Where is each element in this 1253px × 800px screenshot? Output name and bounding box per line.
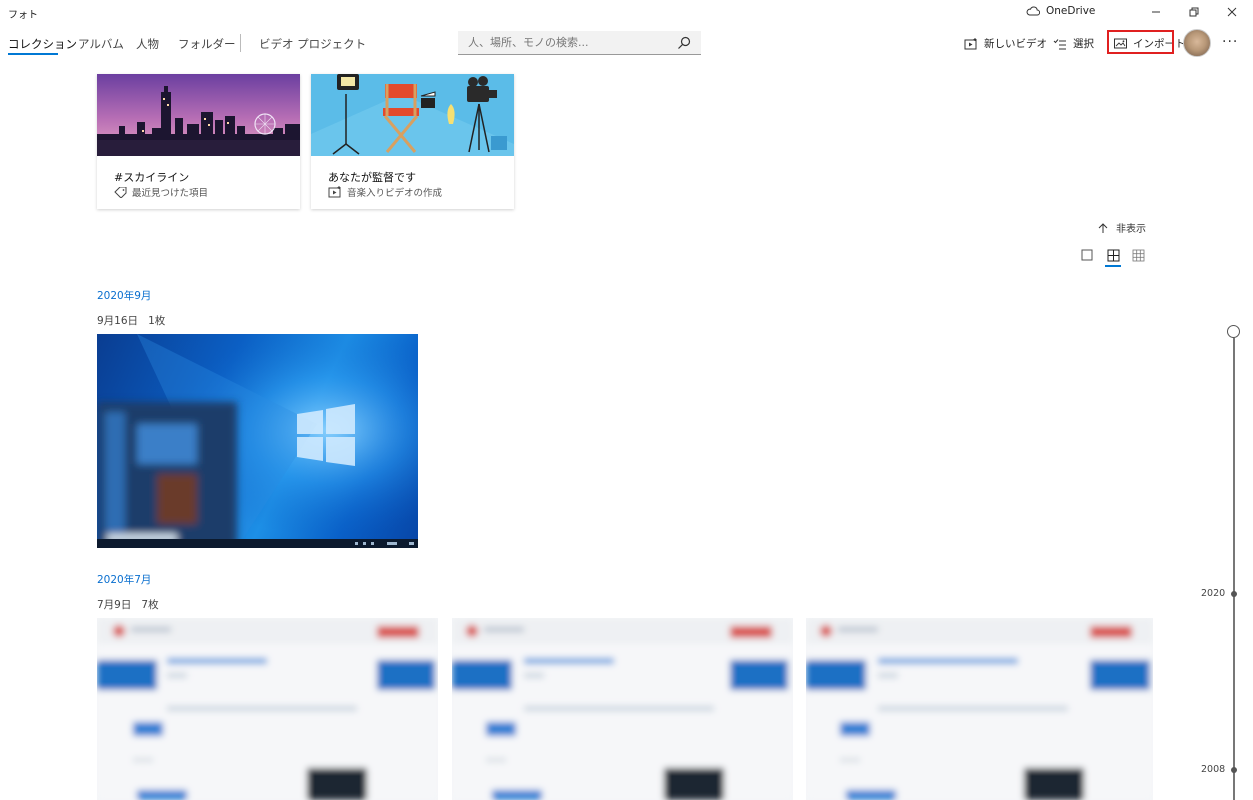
restore-button[interactable] [1185, 4, 1203, 20]
minimize-icon [1152, 11, 1160, 13]
new-video-label: 新しいビデオ [984, 38, 1047, 50]
timeline-year-marker [1231, 591, 1237, 597]
new-video-icon [964, 37, 977, 49]
hide-button[interactable]: 非表示 [1098, 220, 1146, 235]
select-button[interactable]: 選択 [1053, 36, 1094, 51]
hide-label: 非表示 [1116, 224, 1146, 235]
photo-thumbnail[interactable] [806, 618, 1153, 800]
import-highlight-box [1107, 30, 1174, 54]
arrow-up-icon [1098, 222, 1108, 233]
photos-app-window: フォト OneDrive コレクション アルバム 人物 フォルダー ビデオ プロ [0, 0, 1253, 800]
video-icon [328, 186, 341, 198]
timeline-track[interactable] [1233, 338, 1235, 800]
tab-people[interactable]: 人物 [136, 36, 159, 52]
day-heading: 9月16日 1枚 [97, 313, 165, 328]
photo-thumbnail[interactable] [97, 618, 438, 800]
search-input[interactable] [468, 31, 668, 54]
search-icon[interactable] [677, 36, 691, 50]
more-options-button[interactable]: ··· [1222, 34, 1238, 50]
timeline-year-label[interactable]: 2020 [1201, 588, 1225, 599]
card-director[interactable]: あなたが監督です 音楽入りビデオの作成 [311, 74, 514, 209]
card-subtitle: 最近見つけた項目 [114, 185, 208, 199]
grid-4-icon [1107, 249, 1119, 261]
photo-thumbnail[interactable] [97, 334, 418, 548]
new-video-button[interactable]: 新しいビデオ [964, 36, 1047, 51]
card-subtitle-text: 音楽入りビデオの作成 [347, 188, 443, 199]
title-bar: フォト OneDrive [0, 0, 1253, 26]
photo-count: 7枚 [141, 599, 159, 611]
tab-video-projects[interactable]: ビデオ プロジェクト [259, 36, 366, 52]
card-title: #スカイライン [114, 171, 190, 184]
minimize-button[interactable] [1147, 4, 1165, 20]
close-icon [1227, 7, 1237, 17]
month-heading[interactable]: 2020年9月 [97, 288, 151, 303]
search-box[interactable] [458, 31, 701, 55]
nav-divider [240, 34, 241, 52]
cloud-icon [1026, 6, 1040, 16]
card-skyline[interactable]: #スカイライン 最近見つけた項目 [97, 74, 300, 209]
active-tab-indicator [8, 53, 58, 55]
card-subtitle: 音楽入りビデオの作成 [328, 185, 442, 199]
view-medium-button[interactable] [1106, 248, 1120, 262]
director-thumbnail [311, 74, 514, 156]
day-label: 9月16日 [97, 315, 139, 327]
select-label: 選択 [1073, 38, 1094, 50]
month-heading[interactable]: 2020年7月 [97, 572, 151, 587]
tab-album[interactable]: アルバム [78, 36, 124, 52]
day-heading: 7月9日 7枚 [97, 597, 159, 612]
tag-icon [114, 186, 127, 198]
checklist-icon [1053, 38, 1066, 49]
app-title: フォト [8, 10, 38, 21]
view-small-button[interactable] [1131, 248, 1145, 262]
photo-count: 1枚 [148, 315, 166, 327]
onedrive-status[interactable]: OneDrive [1026, 5, 1095, 17]
view-large-button[interactable] [1080, 248, 1094, 262]
day-label: 7月9日 [97, 599, 132, 611]
single-square-icon [1081, 249, 1093, 261]
photo-thumbnail[interactable] [452, 618, 793, 800]
close-button[interactable] [1223, 4, 1241, 20]
grid-9-icon [1132, 249, 1144, 261]
card-subtitle-text: 最近見つけた項目 [132, 188, 209, 199]
skyline-thumbnail [97, 74, 300, 156]
timeline-handle[interactable] [1227, 325, 1240, 338]
active-view-indicator [1105, 265, 1121, 267]
avatar[interactable] [1183, 29, 1211, 57]
tab-folders[interactable]: フォルダー [178, 36, 236, 52]
restore-icon [1189, 7, 1199, 17]
timeline-year-label[interactable]: 2008 [1201, 764, 1225, 775]
onedrive-label: OneDrive [1046, 5, 1096, 17]
tab-collection[interactable]: コレクション [8, 36, 77, 52]
card-title: あなたが監督です [328, 171, 416, 184]
timeline-year-marker [1231, 767, 1237, 773]
